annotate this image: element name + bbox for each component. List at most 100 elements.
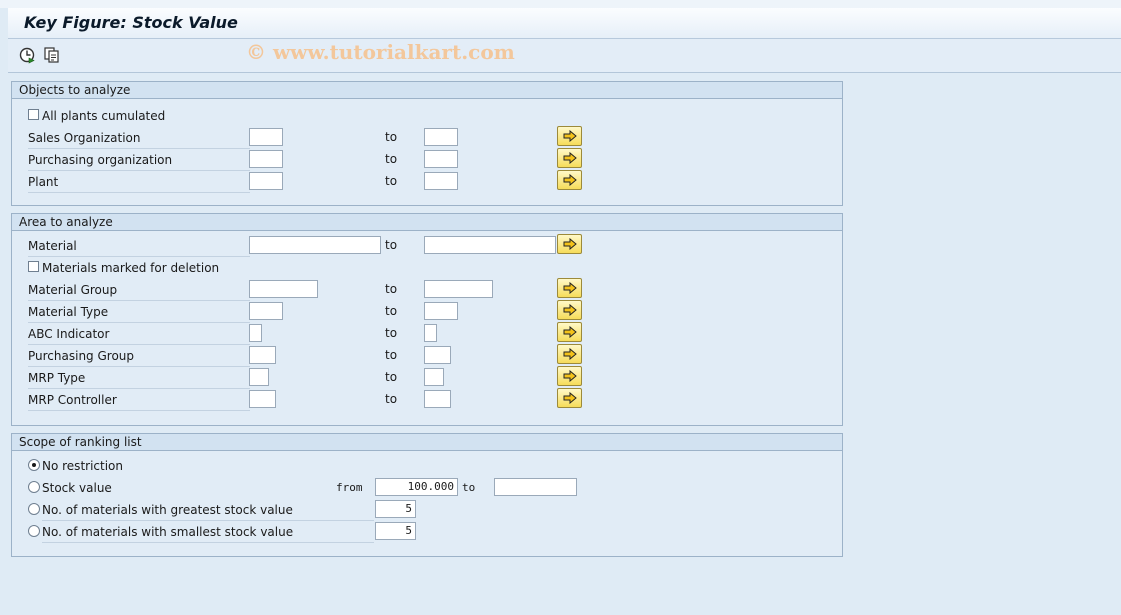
mrp-controller-label: MRP Controller <box>28 390 250 411</box>
area-group: Area to analyze Material to Materials ma… <box>11 213 843 426</box>
no-restriction-label: No restriction <box>42 459 123 473</box>
mrp-type-row: MRP Type to <box>12 366 842 390</box>
abc-indicator-to-input[interactable] <box>424 324 437 342</box>
deletion-checkbox[interactable] <box>28 261 39 272</box>
purchasing-group-label: Purchasing Group <box>28 346 250 367</box>
greatest-count-input[interactable]: 5 <box>375 500 416 518</box>
multiple-selection-button[interactable] <box>557 234 582 254</box>
material-from-input[interactable] <box>249 236 381 254</box>
title-bar: Key Figure: Stock Value <box>8 8 1121 39</box>
arrow-right-icon <box>563 348 577 360</box>
arrow-right-icon <box>563 304 577 316</box>
material-group-label: Material Group <box>28 280 250 301</box>
to-label: to <box>385 348 398 362</box>
watermark: © www.tutorialkart.com <box>246 40 515 64</box>
to-label: to <box>385 152 398 166</box>
mrp-controller-from-input[interactable] <box>249 390 276 408</box>
deletion-label: Materials marked for deletion <box>42 261 220 275</box>
smallest-label: No. of materials with smallest stock val… <box>42 522 374 543</box>
stock-value-radio[interactable] <box>28 481 40 493</box>
purch-org-row: Purchasing organization to <box>12 148 842 172</box>
multiple-selection-button[interactable] <box>557 366 582 386</box>
from-label: from <box>336 481 363 494</box>
get-variant-icon[interactable] <box>43 46 61 64</box>
abc-indicator-from-input[interactable] <box>249 324 262 342</box>
purchasing-group-to-input[interactable] <box>424 346 451 364</box>
all-plants-checkbox[interactable] <box>28 109 39 120</box>
multiple-selection-button[interactable] <box>557 126 582 146</box>
material-label: Material <box>28 236 250 257</box>
to-label: to <box>462 481 476 494</box>
execute-clock-icon[interactable] <box>18 46 36 64</box>
top-strip <box>0 0 1121 8</box>
to-label: to <box>385 326 398 340</box>
purchasing-group-row: Purchasing Group to <box>12 344 842 368</box>
material-to-input[interactable] <box>424 236 556 254</box>
greatest-radio[interactable] <box>28 503 40 515</box>
abc-indicator-row: ABC Indicator to <box>12 322 842 346</box>
to-label: to <box>385 174 398 188</box>
plant-label: Plant <box>28 172 250 193</box>
arrow-right-icon <box>563 282 577 294</box>
to-label: to <box>385 238 398 252</box>
material-group-to-input[interactable] <box>424 280 493 298</box>
stock-value-label: Stock value <box>42 481 112 495</box>
material-type-label: Material Type <box>28 302 250 323</box>
page-title: Key Figure: Stock Value <box>24 13 238 32</box>
mrp-type-from-input[interactable] <box>249 368 269 386</box>
mrp-type-label: MRP Type <box>28 368 250 389</box>
smallest-count-input[interactable]: 5 <box>375 522 416 540</box>
material-row: Material to <box>12 234 842 258</box>
arrow-right-icon <box>563 392 577 404</box>
objects-group-header: Objects to analyze <box>12 82 842 99</box>
mrp-type-to-input[interactable] <box>424 368 444 386</box>
multiple-selection-button[interactable] <box>557 322 582 342</box>
multiple-selection-button[interactable] <box>557 170 582 190</box>
area-group-header: Area to analyze <box>12 214 842 231</box>
sales-org-from-input[interactable] <box>249 128 283 146</box>
purch-org-label: Purchasing organization <box>28 150 250 171</box>
no-restriction-row: No restriction <box>12 456 842 478</box>
greatest-row: No. of materials with greatest stock val… <box>12 500 842 522</box>
to-label: to <box>385 304 398 318</box>
material-group-from-input[interactable] <box>249 280 318 298</box>
plant-from-input[interactable] <box>249 172 283 190</box>
multiple-selection-button[interactable] <box>557 300 582 320</box>
purch-org-from-input[interactable] <box>249 150 283 168</box>
plant-to-input[interactable] <box>424 172 458 190</box>
to-label: to <box>385 392 398 406</box>
plant-row: Plant to <box>12 170 842 194</box>
stock-value-from-input[interactable]: 100.000 <box>375 478 458 496</box>
smallest-radio[interactable] <box>28 525 40 537</box>
application-toolbar <box>8 39 1121 73</box>
material-group-row: Material Group to <box>12 278 842 302</box>
mrp-controller-row: MRP Controller to <box>12 388 842 412</box>
scope-group: Scope of ranking list No restriction Sto… <box>11 433 843 557</box>
to-label: to <box>385 130 398 144</box>
purchasing-group-from-input[interactable] <box>249 346 276 364</box>
multiple-selection-button[interactable] <box>557 388 582 408</box>
material-type-from-input[interactable] <box>249 302 283 320</box>
arrow-right-icon <box>563 370 577 382</box>
sales-org-label: Sales Organization <box>28 128 250 149</box>
sales-org-to-input[interactable] <box>424 128 458 146</box>
arrow-right-icon <box>563 152 577 164</box>
deletion-row: Materials marked for deletion <box>12 258 842 280</box>
to-label: to <box>385 282 398 296</box>
multiple-selection-button[interactable] <box>557 148 582 168</box>
multiple-selection-button[interactable] <box>557 344 582 364</box>
mrp-controller-to-input[interactable] <box>424 390 451 408</box>
no-restriction-radio[interactable] <box>28 459 40 471</box>
material-type-to-input[interactable] <box>424 302 458 320</box>
objects-group: Objects to analyze All plants cumulated … <box>11 81 843 206</box>
multiple-selection-button[interactable] <box>557 278 582 298</box>
purch-org-to-input[interactable] <box>424 150 458 168</box>
stock-value-to-input[interactable] <box>494 478 577 496</box>
arrow-right-icon <box>563 130 577 142</box>
arrow-right-icon <box>563 326 577 338</box>
stock-value-row: Stock value from 100.000 to <box>12 478 842 500</box>
arrow-right-icon <box>563 238 577 250</box>
scope-group-header: Scope of ranking list <box>12 434 842 451</box>
all-plants-row: All plants cumulated <box>12 106 842 128</box>
arrow-right-icon <box>563 174 577 186</box>
